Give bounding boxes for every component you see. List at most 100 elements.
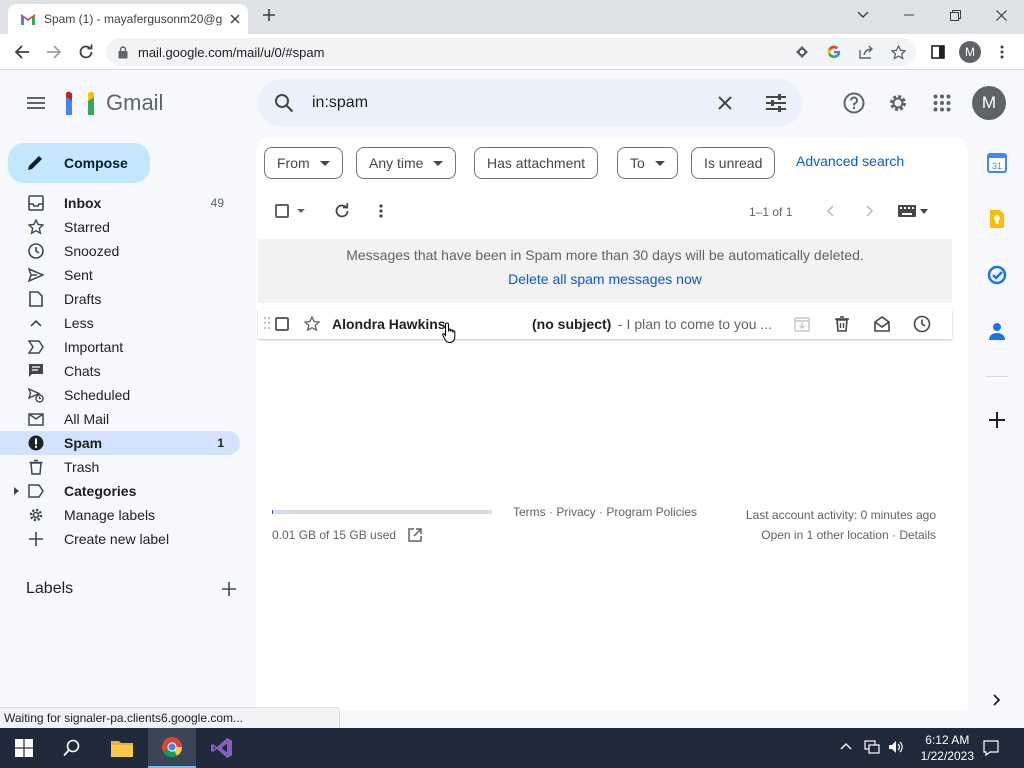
reload-icon[interactable] [72, 38, 100, 66]
taskbar-search-icon[interactable] [48, 728, 96, 768]
visual-studio-icon[interactable] [198, 728, 246, 768]
chrome-taskbar-icon[interactable] [148, 728, 196, 768]
scheduled-icon [28, 387, 44, 403]
sidebar-item-inbox[interactable]: Inbox 49 [0, 191, 240, 215]
filter-has-attachment-label: Has attachment [487, 155, 586, 171]
side-panel-icon[interactable] [924, 38, 952, 66]
star-icon[interactable] [304, 316, 320, 332]
notifications-icon[interactable] [983, 740, 999, 756]
sidebar-item-create-new-label[interactable]: Create new label [0, 527, 240, 551]
add-label-icon[interactable] [222, 582, 236, 596]
bookmark-star-icon[interactable] [884, 38, 912, 66]
older-page-icon[interactable] [866, 205, 874, 217]
input-tools-icon[interactable] [898, 205, 928, 217]
sidebar-item-sent[interactable]: Sent [0, 263, 240, 287]
filter-any-time-chip[interactable]: Any time [356, 147, 457, 179]
sidebar-item-manage-labels[interactable]: Manage labels [0, 503, 240, 527]
drag-handle-icon[interactable] [263, 316, 271, 330]
important-icon [28, 339, 44, 355]
sidebar-item-chats[interactable]: Chats [0, 359, 240, 383]
calendar-icon[interactable]: 31 [986, 152, 1008, 174]
browser-menu-icon[interactable] [988, 38, 1016, 66]
minimize-window-icon[interactable] [886, 0, 932, 30]
footer-policy-links[interactable]: Terms · Privacy · Program Policies [513, 505, 697, 519]
archive-icon[interactable] [792, 314, 812, 334]
compose-button[interactable]: Compose [8, 143, 150, 183]
delete-icon[interactable] [832, 314, 852, 334]
message-checkbox[interactable] [275, 317, 289, 331]
get-addons-icon[interactable] [986, 409, 1008, 431]
settings-gear-icon[interactable] [878, 83, 918, 123]
message-row[interactable]: Alondra Hawkins (no subject) - I plan to… [258, 309, 952, 339]
external-link-icon[interactable] [408, 528, 422, 542]
account-avatar[interactable]: M [972, 86, 1006, 120]
filter-from-chip[interactable]: From [264, 147, 343, 179]
sidebar-item-all-mail[interactable]: All Mail [0, 407, 240, 431]
sidebar-item-less[interactable]: Less [0, 311, 240, 335]
close-window-icon[interactable] [978, 0, 1024, 30]
apps-grid-icon[interactable] [922, 83, 962, 123]
search-bar[interactable]: in:spam [258, 79, 802, 127]
filter-has-attachment-chip[interactable]: Has attachment [474, 147, 599, 179]
forward-icon[interactable] [40, 38, 68, 66]
newer-page-icon[interactable] [826, 205, 834, 217]
sidebar-item-label: Important [64, 339, 124, 355]
refresh-icon[interactable] [334, 203, 350, 219]
sidebar-item-trash[interactable]: Trash [0, 455, 240, 479]
mark-as-read-icon[interactable] [872, 314, 892, 334]
file-explorer-icon[interactable] [98, 728, 146, 768]
show-side-panel-icon[interactable] [986, 689, 1008, 711]
sidebar-item-important[interactable]: Important [0, 335, 240, 359]
delete-all-spam-link[interactable]: Delete all spam messages now [258, 271, 952, 287]
back-icon[interactable] [8, 38, 36, 66]
search-options-icon[interactable] [766, 94, 786, 112]
advanced-search-link[interactable]: Advanced search [796, 153, 904, 169]
search-icon[interactable] [274, 93, 294, 113]
gmail-logo[interactable]: Gmail [64, 90, 163, 116]
share-icon[interactable] [852, 38, 880, 66]
tab-title: Spam (1) - mayafergusonm20@g [44, 12, 223, 26]
search-input[interactable]: in:spam [312, 94, 718, 112]
select-all-checkbox[interactable] [275, 204, 289, 218]
new-tab-icon[interactable] [262, 8, 276, 22]
sidebar-item-label: Create new label [64, 531, 170, 547]
site-settings-icon[interactable] [788, 38, 816, 66]
other-locations-link[interactable]: Open in 1 other location · Details [716, 525, 936, 545]
windows-start-icon[interactable] [0, 728, 48, 768]
sidebar-item-scheduled[interactable]: Scheduled [0, 383, 240, 407]
network-icon[interactable] [864, 740, 880, 754]
snooze-icon[interactable] [912, 314, 932, 334]
keep-icon[interactable] [986, 208, 1008, 230]
filter-is-unread-chip[interactable]: Is unread [691, 147, 776, 179]
help-icon[interactable] [834, 83, 874, 123]
main-menu-icon[interactable] [16, 83, 56, 123]
sidebar-item-categories[interactable]: Categories [0, 479, 240, 503]
tab-search-icon[interactable] [840, 0, 886, 30]
browser-tab[interactable]: Spam (1) - mayafergusonm20@g [8, 4, 248, 34]
profile-avatar[interactable]: M [959, 41, 981, 63]
google-icon[interactable] [820, 38, 848, 66]
restore-window-icon[interactable] [932, 0, 978, 30]
sidebar-item-starred[interactable]: Starred [0, 215, 240, 239]
tasks-icon[interactable] [986, 264, 1008, 286]
filter-to-chip[interactable]: To [617, 147, 678, 179]
mouse-pointer-icon [442, 322, 458, 344]
more-options-icon[interactable] [379, 204, 383, 218]
svg-text:31: 31 [992, 161, 1002, 171]
sidebar-item-label: All Mail [64, 411, 110, 427]
select-dropdown-icon[interactable] [297, 209, 305, 213]
show-hidden-icons-icon[interactable] [840, 742, 852, 750]
contacts-icon[interactable] [986, 320, 1008, 342]
clear-search-icon[interactable] [718, 96, 732, 110]
taskbar-clock[interactable]: 6:12 AM 1/22/2023 [921, 732, 974, 764]
chevron-down-icon [654, 160, 665, 166]
windows-taskbar: 6:12 AM 1/22/2023 [0, 728, 1024, 768]
sidebar-item-label: Starred [64, 219, 110, 235]
close-tab-icon[interactable] [230, 14, 240, 24]
sidebar-item-spam[interactable]: Spam 1 [0, 431, 240, 455]
expand-caret-icon[interactable] [14, 487, 19, 495]
sidebar-item-drafts[interactable]: Drafts [0, 287, 240, 311]
sidebar-item-snoozed[interactable]: Snoozed [0, 239, 240, 263]
volume-icon[interactable] [888, 740, 904, 754]
sidebar-item-label: Spam [64, 435, 103, 451]
